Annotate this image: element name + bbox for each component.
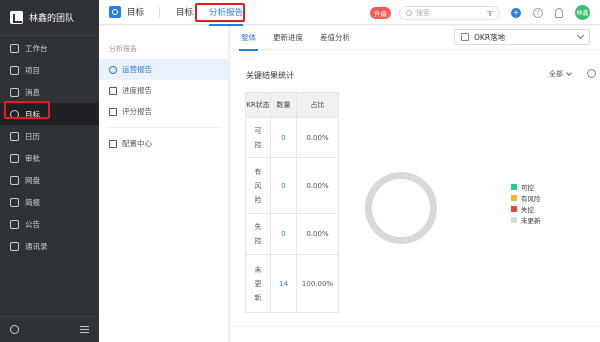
subnav-item-score-report[interactable]: 评分报告 [99, 101, 228, 122]
subnav-item-operation-report[interactable]: 运营报告 [99, 59, 228, 80]
approval-icon [10, 153, 19, 163]
team-logo-icon [10, 11, 23, 24]
report-icon [10, 197, 19, 207]
sidebar-nav: 工作台 项目 消息 目标 日历 审批 网盘 简报 公告 通讯录 [0, 36, 99, 257]
status-cell: 失控 [245, 213, 271, 255]
okr-period-select[interactable]: OKR落地 [454, 29, 590, 45]
history-icon[interactable] [587, 69, 596, 78]
bell-icon[interactable] [555, 8, 563, 18]
chevron-down-icon [576, 31, 585, 40]
count-cell[interactable]: 14 [270, 254, 297, 313]
chart-legend: 可控 有风险 失控 未更新 [511, 181, 541, 225]
legend-swatch [511, 216, 517, 223]
percent-cell: 0.00% [296, 157, 339, 214]
sidebar-item-cloud-drive[interactable]: 网盘 [0, 169, 99, 191]
sidebar-item-message[interactable]: 消息 [0, 81, 99, 103]
count-cell[interactable]: 0 [270, 117, 297, 158]
document-icon [109, 107, 117, 116]
search-input[interactable]: 搜索 [399, 6, 500, 20]
team-name: 林鑫的团队 [29, 14, 75, 24]
clock-icon [109, 65, 117, 74]
tab-target[interactable]: 目标 [176, 6, 193, 18]
home-icon [10, 43, 19, 53]
sidebar: 林鑫的团队 工作台 项目 消息 目标 日历 审批 网盘 简报 公告 通讯录 [0, 0, 99, 342]
highlight-analysis-tab-box [195, 3, 245, 22]
chevron-down-icon [566, 70, 572, 76]
search-icon [406, 10, 412, 16]
legend-swatch [511, 183, 517, 190]
main-content: 整体 更新进度 差值分析 OKR落地 关键结果统计 全部 KR状态 数量 占比 … [231, 26, 600, 342]
subnav-section-title: 分析报告 [109, 45, 137, 53]
legend-item-out-of-control[interactable]: 失控 [511, 203, 541, 214]
legend-item-controllable[interactable]: 可控 [511, 181, 541, 192]
tab-difference-analysis[interactable]: 差值分析 [320, 32, 350, 43]
table-row: 失控 0 0.00% [245, 213, 339, 255]
subnav-item-progress-report[interactable]: 进度报告 [99, 80, 228, 101]
legend-swatch [511, 205, 517, 212]
topbar: 目标 目标 分析报告 升级 搜索 + ? 林鑫 [99, 0, 600, 26]
contacts-icon [10, 241, 19, 251]
sidebar-item-contacts[interactable]: 通讯录 [0, 235, 99, 257]
highlight-target-box [4, 101, 50, 119]
tab-update-progress[interactable]: 更新进度 [273, 32, 303, 43]
sidebar-item-announcement[interactable]: 公告 [0, 213, 99, 235]
subnav-divider [107, 127, 220, 128]
okr-select-value: OKR落地 [474, 32, 506, 42]
count-cell[interactable]: 0 [270, 213, 297, 255]
team-header[interactable]: 林鑫的团队 [0, 0, 99, 36]
message-icon [10, 87, 19, 97]
legend-item-at-risk[interactable]: 有风险 [511, 192, 541, 203]
report-tabs: 整体 更新进度 差值分析 OKR落地 [231, 26, 600, 51]
calendar-icon [461, 33, 469, 41]
subnav-item-config-center[interactable]: 配置中心 [99, 133, 228, 154]
column-header-percent: 占比 [296, 92, 339, 118]
cloud-drive-icon [10, 175, 19, 185]
upgrade-button[interactable]: 升级 [370, 7, 391, 19]
target-app-icon [109, 6, 121, 18]
table-row: 有风险 0 0.00% [245, 157, 339, 214]
legend-item-not-updated[interactable]: 未更新 [511, 214, 541, 225]
report-subnav: 分析报告 运营报告 进度报告 评分报告 配置中心 [99, 26, 229, 342]
project-icon [10, 65, 19, 75]
filter-icon[interactable] [487, 10, 493, 16]
sidebar-item-approval[interactable]: 审批 [0, 147, 99, 169]
sidebar-item-workbench[interactable]: 工作台 [0, 37, 99, 59]
sidebar-item-calendar[interactable]: 日历 [0, 125, 99, 147]
table-row: 未更新 14 100.00% [245, 254, 339, 313]
range-dropdown[interactable]: 全部 [549, 69, 572, 79]
search-placeholder: 搜索 [416, 9, 430, 17]
legend-swatch [511, 194, 517, 201]
announcement-icon [10, 219, 19, 229]
status-cell: 有风险 [245, 157, 271, 214]
help-icon[interactable]: ? [533, 8, 543, 18]
kr-status-table: KR状态 数量 占比 可控 0 0.00% 有风险 0 0.00% 失控 0 0… [245, 92, 339, 313]
avatar[interactable]: 林鑫 [575, 5, 590, 20]
settings-icon[interactable] [10, 325, 19, 334]
table-row: 可控 0 0.00% [245, 117, 339, 158]
divider [159, 6, 161, 18]
sidebar-footer [0, 316, 99, 342]
collapse-menu-icon[interactable] [80, 326, 89, 333]
status-cell: 可控 [245, 117, 271, 158]
column-header-count: 数量 [270, 92, 297, 118]
percent-cell: 100.00% [296, 254, 339, 313]
add-icon[interactable]: + [511, 8, 521, 18]
section-divider [231, 326, 600, 327]
percent-cell: 0.00% [296, 117, 339, 158]
card-title: 关键结果统计 [246, 71, 294, 80]
sidebar-item-project[interactable]: 项目 [0, 59, 99, 81]
kr-status-donut-chart [365, 172, 437, 244]
tab-overall[interactable]: 整体 [239, 32, 258, 51]
app-name: 目标 [127, 8, 145, 18]
column-header-status: KR状态 [245, 92, 271, 118]
count-cell[interactable]: 0 [270, 157, 297, 214]
percent-cell: 0.00% [296, 213, 339, 255]
status-cell: 未更新 [245, 254, 271, 313]
tools-icon [109, 139, 117, 148]
trend-icon [109, 86, 117, 95]
sidebar-item-report[interactable]: 简报 [0, 191, 99, 213]
calendar-icon [10, 131, 19, 141]
